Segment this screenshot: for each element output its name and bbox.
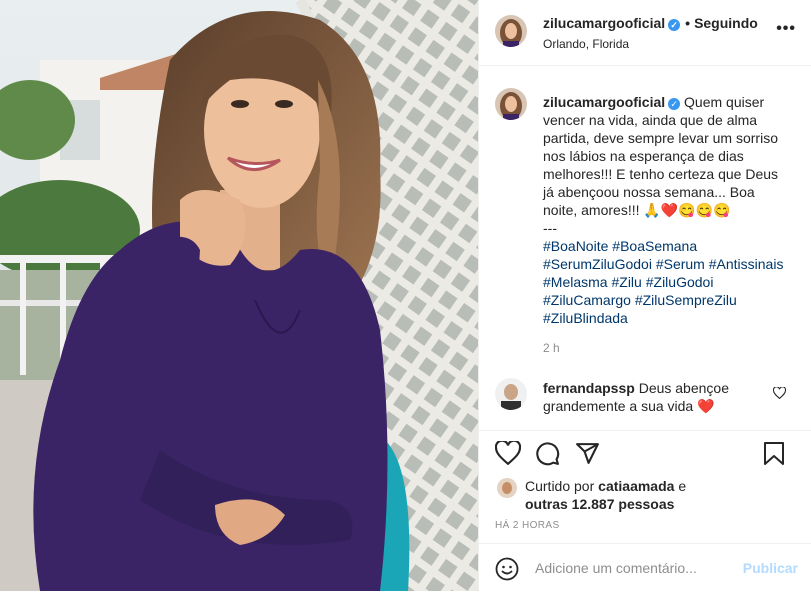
likes-connector: e: [678, 478, 687, 494]
profile-photo-icon: [495, 15, 527, 47]
post-header: zilucamargooficial ✓ • Seguindo Orlando, Fl…: [479, 0, 811, 66]
likes-summary: Curtido por catiaamada e outras 12.887 p…: [525, 477, 795, 513]
emoji-icon[interactable]: [495, 557, 519, 584]
add-comment-bar: Publicar: [479, 543, 811, 593]
more-icon[interactable]: •••: [776, 20, 796, 38]
hashtag[interactable]: #SerumZiluGodoi: [543, 256, 652, 272]
instagram-post: zilucamargooficial ✓ • Seguindo Orlando, Fl…: [0, 0, 811, 591]
comment-avatar[interactable]: [495, 378, 527, 410]
hashtag[interactable]: #BoaSemana: [612, 238, 697, 254]
header-user-line: zilucamargooficial ✓ • Seguindo: [543, 15, 758, 31]
header-location[interactable]: Orlando, Florida: [543, 37, 629, 51]
hashtag[interactable]: #Serum: [656, 256, 705, 272]
actions-section: Curtido por catiaamada e outras 12.887 p…: [479, 430, 811, 592]
liker-username[interactable]: catiaamada: [598, 478, 674, 494]
post-timestamp[interactable]: HÁ 2 HORAS: [495, 520, 560, 531]
verified-icon: ✓: [668, 19, 681, 31]
separator-dot: •: [685, 15, 691, 31]
header-avatar[interactable]: [495, 15, 527, 47]
comments-area[interactable]: zilucamargooficial ✓ Quem quiser vencer n…: [479, 66, 811, 430]
hashtag[interactable]: #Melasma: [543, 274, 608, 290]
follow-status-button[interactable]: Seguindo: [694, 15, 758, 31]
hashtag[interactable]: #Antissinais: [709, 256, 784, 272]
share-icon[interactable]: [575, 441, 600, 469]
hashtag[interactable]: #ZiluGodoi: [646, 274, 714, 290]
post-photo[interactable]: [0, 0, 478, 591]
photo-illustration: [0, 0, 478, 591]
caption-text: Quem quiser vencer na vida, ainda que de…: [543, 94, 779, 218]
heart-icon[interactable]: [494, 439, 522, 468]
comment-like-icon[interactable]: [772, 386, 787, 402]
publish-button[interactable]: Publicar: [743, 560, 798, 576]
hashtag[interactable]: #ZiluBlindada: [543, 310, 628, 326]
bookmark-icon[interactable]: [763, 441, 785, 469]
likes-prefix: Curtido por: [525, 478, 595, 494]
hashtag[interactable]: #Zilu: [611, 274, 641, 290]
caption-username[interactable]: zilucamargooficial: [543, 94, 665, 110]
comment-icon[interactable]: [535, 441, 560, 469]
hashtag[interactable]: #BoaNoite: [543, 238, 608, 254]
likes-count-link[interactable]: outras 12.887 pessoas: [525, 496, 674, 512]
verified-icon: ✓: [668, 98, 681, 110]
profile-photo-icon: [495, 88, 527, 120]
hashtag[interactable]: #ZiluSempreZilu: [635, 292, 737, 308]
caption-avatar[interactable]: [495, 88, 527, 120]
header-username[interactable]: zilucamargooficial: [543, 15, 665, 31]
profile-photo-icon: [497, 478, 517, 498]
post-sidebar: zilucamargooficial ✓ • Seguindo Orlando, Fl…: [478, 0, 811, 591]
hashtag[interactable]: #ZiluCamargo: [543, 292, 631, 308]
caption-time: 2 h: [543, 341, 560, 355]
profile-photo-icon: [495, 378, 527, 410]
caption-separator: ---: [543, 220, 557, 236]
post-caption: zilucamargooficial ✓ Quem quiser vencer n…: [543, 93, 789, 327]
comment-username[interactable]: fernandapssp: [543, 380, 635, 396]
add-comment-input[interactable]: [535, 556, 735, 580]
liker-avatar[interactable]: [497, 478, 517, 498]
comment: fernandapssp Deus abençoe grandemente a …: [543, 379, 763, 415]
